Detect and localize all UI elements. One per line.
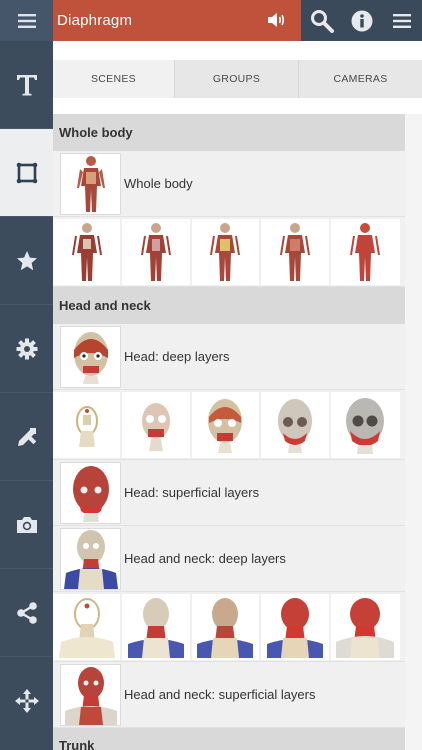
page-title: Diaphragm: [57, 12, 133, 29]
list-item: [53, 390, 405, 460]
title-bar: Diaphragm: [53, 0, 301, 41]
scene-label: Head: superficial layers: [124, 485, 260, 500]
scene-thumbnail: [60, 325, 121, 388]
scene-thumbnail[interactable]: [53, 218, 123, 285]
scene-thumbnail[interactable]: [330, 593, 400, 660]
tab-groups[interactable]: GROUPS: [175, 60, 299, 98]
scene-thumbnail[interactable]: [330, 391, 400, 458]
info-icon: [351, 10, 373, 31]
search-button[interactable]: [302, 0, 342, 41]
sidebar-item-share[interactable]: [0, 569, 53, 657]
speaker-icon[interactable]: [267, 11, 287, 29]
scene-thumbnail[interactable]: [261, 218, 331, 285]
sidebar: [0, 41, 53, 750]
star-icon: [16, 250, 37, 270]
search-icon: [311, 9, 334, 33]
list-item: [53, 217, 405, 287]
scene-label: Head and neck: deep layers: [124, 551, 286, 566]
scene-thumbnail[interactable]: [261, 593, 331, 660]
list-item: [53, 592, 405, 662]
scene-thumbnail[interactable]: [122, 218, 192, 285]
sidebar-item-favorites[interactable]: [0, 217, 53, 305]
scene-label: Head: deep layers: [124, 349, 230, 364]
top-bar: Diaphragm: [0, 0, 422, 41]
info-button[interactable]: [342, 0, 382, 41]
section-header: Trunk: [53, 728, 405, 750]
list-item[interactable]: Head and neck: deep layers: [53, 526, 405, 592]
list-item[interactable]: Head and neck: superficial layers: [53, 662, 405, 728]
tab-scenes[interactable]: SCENES: [53, 60, 175, 98]
menu-icon: [17, 13, 36, 28]
menu-button[interactable]: [0, 0, 53, 41]
scene-thumbnail[interactable]: [191, 218, 262, 285]
sidebar-item-text[interactable]: [0, 41, 53, 129]
tab-bar: SCENES GROUPS CAMERAS: [53, 60, 422, 98]
scrollbar[interactable]: [405, 114, 422, 750]
scene-thumbnail[interactable]: [122, 391, 192, 458]
text-icon: [16, 74, 37, 95]
sidebar-item-scenes[interactable]: [0, 129, 53, 217]
scene-thumbnail: [60, 152, 121, 215]
sidebar-item-move[interactable]: [0, 657, 53, 745]
options-button[interactable]: [382, 0, 422, 41]
sidebar-item-camera[interactable]: [0, 481, 53, 569]
scene-thumbnail: [60, 663, 121, 726]
hamburger-icon: [393, 13, 411, 28]
scene-thumbnail[interactable]: [191, 391, 262, 458]
scene-label: Head and neck: superficial layers: [124, 687, 316, 702]
scene-label: Whole body: [124, 176, 193, 191]
main-panel: SCENES GROUPS CAMERAS Whole body Whole b…: [53, 41, 422, 750]
scene-thumbnail[interactable]: [53, 391, 123, 458]
scene-thumbnail: [60, 527, 121, 590]
sidebar-item-settings[interactable]: [0, 305, 53, 393]
scene-thumbnail[interactable]: [122, 593, 192, 660]
scene-thumbnail[interactable]: [261, 391, 331, 458]
scene-list: Whole body Whole body Head and neck Head…: [53, 114, 405, 750]
scene-thumbnail[interactable]: [53, 593, 123, 660]
scenes-icon: [16, 162, 37, 183]
list-item[interactable]: Head: superficial layers: [53, 460, 405, 526]
share-icon: [16, 601, 37, 624]
sidebar-item-draw[interactable]: [0, 393, 53, 481]
list-item[interactable]: Head: deep layers: [53, 324, 405, 390]
camera-icon: [16, 516, 37, 533]
scene-thumbnail[interactable]: [191, 593, 262, 660]
settings-icon: [16, 338, 37, 359]
draw-icon: [17, 427, 36, 446]
list-item[interactable]: Whole body: [53, 151, 405, 217]
scene-thumbnail: [60, 461, 121, 524]
move-icon: [14, 689, 39, 713]
scene-thumbnail[interactable]: [330, 218, 400, 285]
section-header: Whole body: [53, 114, 405, 151]
tab-cameras[interactable]: CAMERAS: [299, 60, 422, 98]
section-header: Head and neck: [53, 287, 405, 324]
